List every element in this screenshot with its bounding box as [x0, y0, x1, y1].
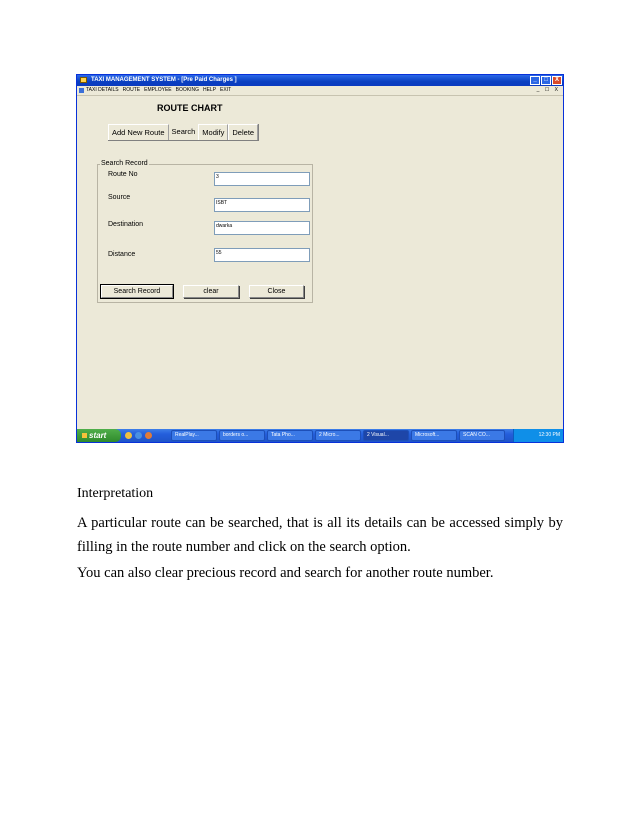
tab-delete[interactable]: Delete [228, 124, 259, 140]
quick-launch-icon[interactable] [125, 432, 132, 439]
task-list: RealPlay... borders o... Tata Pho... 2 M… [171, 430, 505, 441]
menu-exit[interactable]: EXIT [220, 86, 231, 95]
screenshot-window: TAXI MANAGEMENT SYSTEM - [Pre Paid Charg… [76, 74, 564, 443]
menu-bar: TAXI DETAILS ROUTE EMPLOYEE BOOKING HELP… [77, 86, 563, 96]
start-label: start [89, 431, 107, 440]
quick-launch [125, 432, 152, 439]
menu-taxi-details[interactable]: TAXI DETAILS [86, 86, 119, 95]
menu-help[interactable]: HELP [203, 86, 216, 95]
source-label: Source [108, 194, 131, 201]
clock: 12:30 PM [538, 432, 560, 438]
windows-flag-icon [82, 433, 87, 439]
paragraph-2: You can also clear precious record and s… [77, 565, 494, 581]
distance-label: Distance [108, 251, 136, 258]
task-realplayer[interactable]: RealPlay... [171, 430, 217, 441]
task-scan[interactable]: SCAN CO... [459, 430, 505, 441]
task-tata-photon[interactable]: Tata Pho... [267, 430, 313, 441]
media-icon[interactable] [145, 432, 152, 439]
close-button[interactable]: Close [249, 285, 304, 298]
browser-icon[interactable] [135, 432, 142, 439]
destination-label: Destination [108, 221, 144, 228]
paragraph-1: A particular route can be searched, that… [77, 515, 563, 555]
tab-add-new-route[interactable]: Add New Route [108, 124, 169, 140]
start-button[interactable]: start [77, 429, 121, 442]
distance-input[interactable]: 55 [214, 248, 310, 262]
task-microsoft[interactable]: Microsoft... [411, 430, 457, 441]
window-controls: _ □ X [530, 76, 562, 85]
form-heading: ROUTE CHART [157, 103, 223, 113]
tab-search[interactable]: Search [168, 124, 199, 139]
clear-button[interactable]: clear [183, 285, 239, 298]
route-no-label: Route No [108, 171, 138, 178]
system-tray: 12:30 PM [513, 429, 563, 442]
task-borders[interactable]: borders o... [219, 430, 265, 441]
mdi-controls[interactable]: _ ☐ X [537, 86, 560, 95]
taskbar: start RealPlay... borders o... Tata Pho.… [77, 429, 563, 442]
source-input[interactable]: ISBT [214, 198, 310, 212]
route-no-input[interactable]: 3 [214, 172, 310, 186]
close-window-button[interactable]: X [552, 76, 562, 85]
interpretation-heading: Interpretation [77, 486, 154, 501]
app-icon [80, 77, 87, 83]
route-tabs: Add New Route Search Modify Delete [108, 124, 260, 141]
destination-input[interactable]: dwarka [214, 221, 310, 235]
window-title: TAXI MANAGEMENT SYSTEM - [Pre Paid Charg… [91, 77, 237, 83]
menu-route[interactable]: ROUTE [123, 86, 141, 95]
task-visual-group[interactable]: 2 Visual... [363, 430, 409, 441]
maximize-button[interactable]: □ [541, 76, 551, 85]
menu-booking[interactable]: BOOKING [176, 86, 199, 95]
search-record-button[interactable]: Search Record [100, 284, 174, 299]
minimize-button[interactable]: _ [530, 76, 540, 85]
tab-modify[interactable]: Modify [198, 124, 229, 140]
title-bar: TAXI MANAGEMENT SYSTEM - [Pre Paid Charg… [77, 75, 563, 86]
menu-list: TAXI DETAILS ROUTE EMPLOYEE BOOKING HELP… [86, 86, 231, 95]
child-window-icon [79, 88, 84, 93]
frame-legend: Search Record [100, 159, 149, 168]
menu-employee[interactable]: EMPLOYEE [144, 86, 172, 95]
task-microsoft-group[interactable]: 2 Micro... [315, 430, 361, 441]
